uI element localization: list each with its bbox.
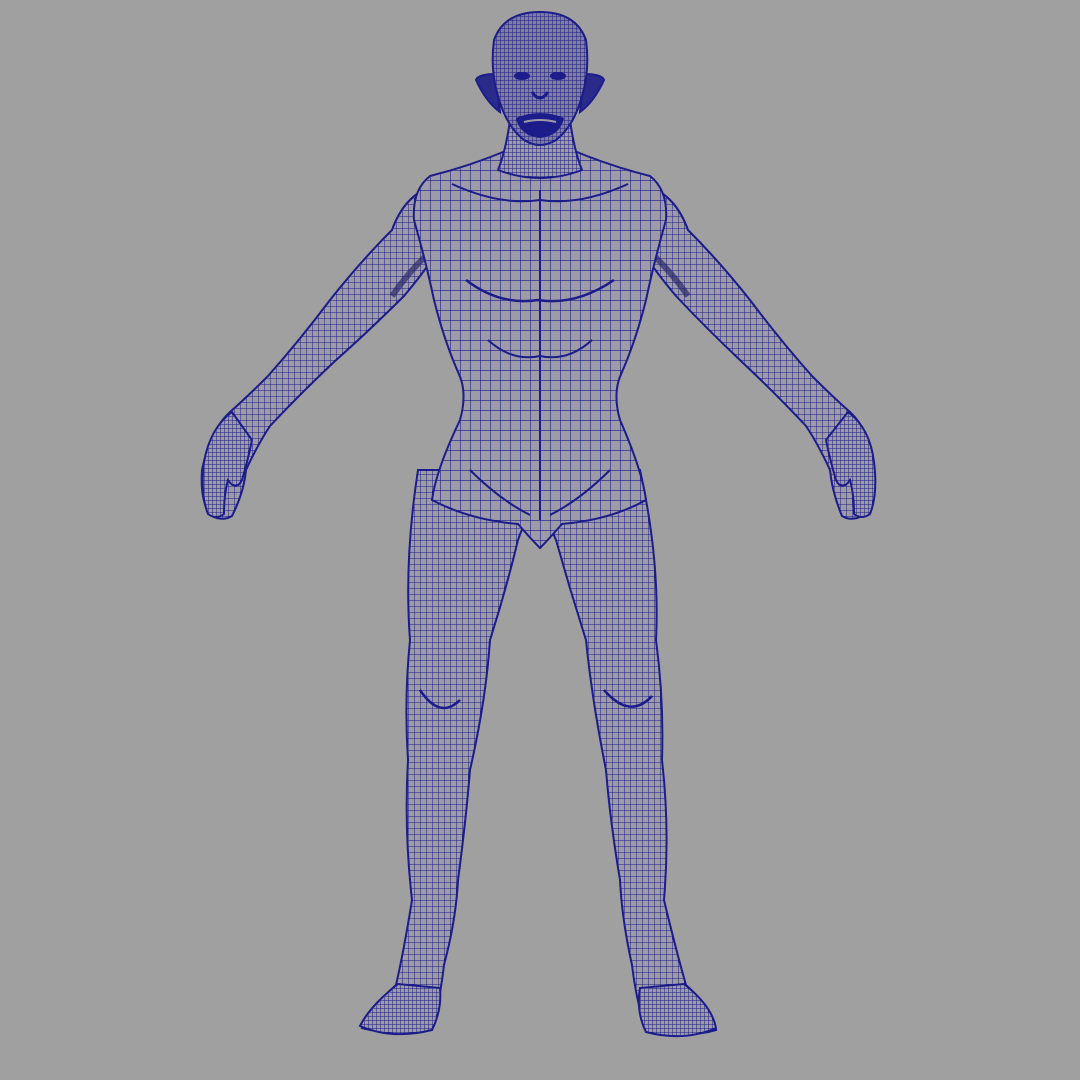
viewport-canvas[interactable] [0,0,1080,1080]
right-eye-mesh [550,72,566,80]
left-eye-mesh [514,72,530,80]
3d-viewport[interactable] [0,0,1080,1080]
head-mesh[interactable] [474,10,606,146]
torso-mesh[interactable] [412,149,668,550]
right-foot-mesh[interactable] [637,982,718,1038]
left-foot-mesh[interactable] [358,982,442,1036]
right-leg-mesh[interactable] [538,469,718,1035]
left-leg-mesh[interactable] [360,469,532,1033]
character-mesh[interactable] [200,10,877,1038]
